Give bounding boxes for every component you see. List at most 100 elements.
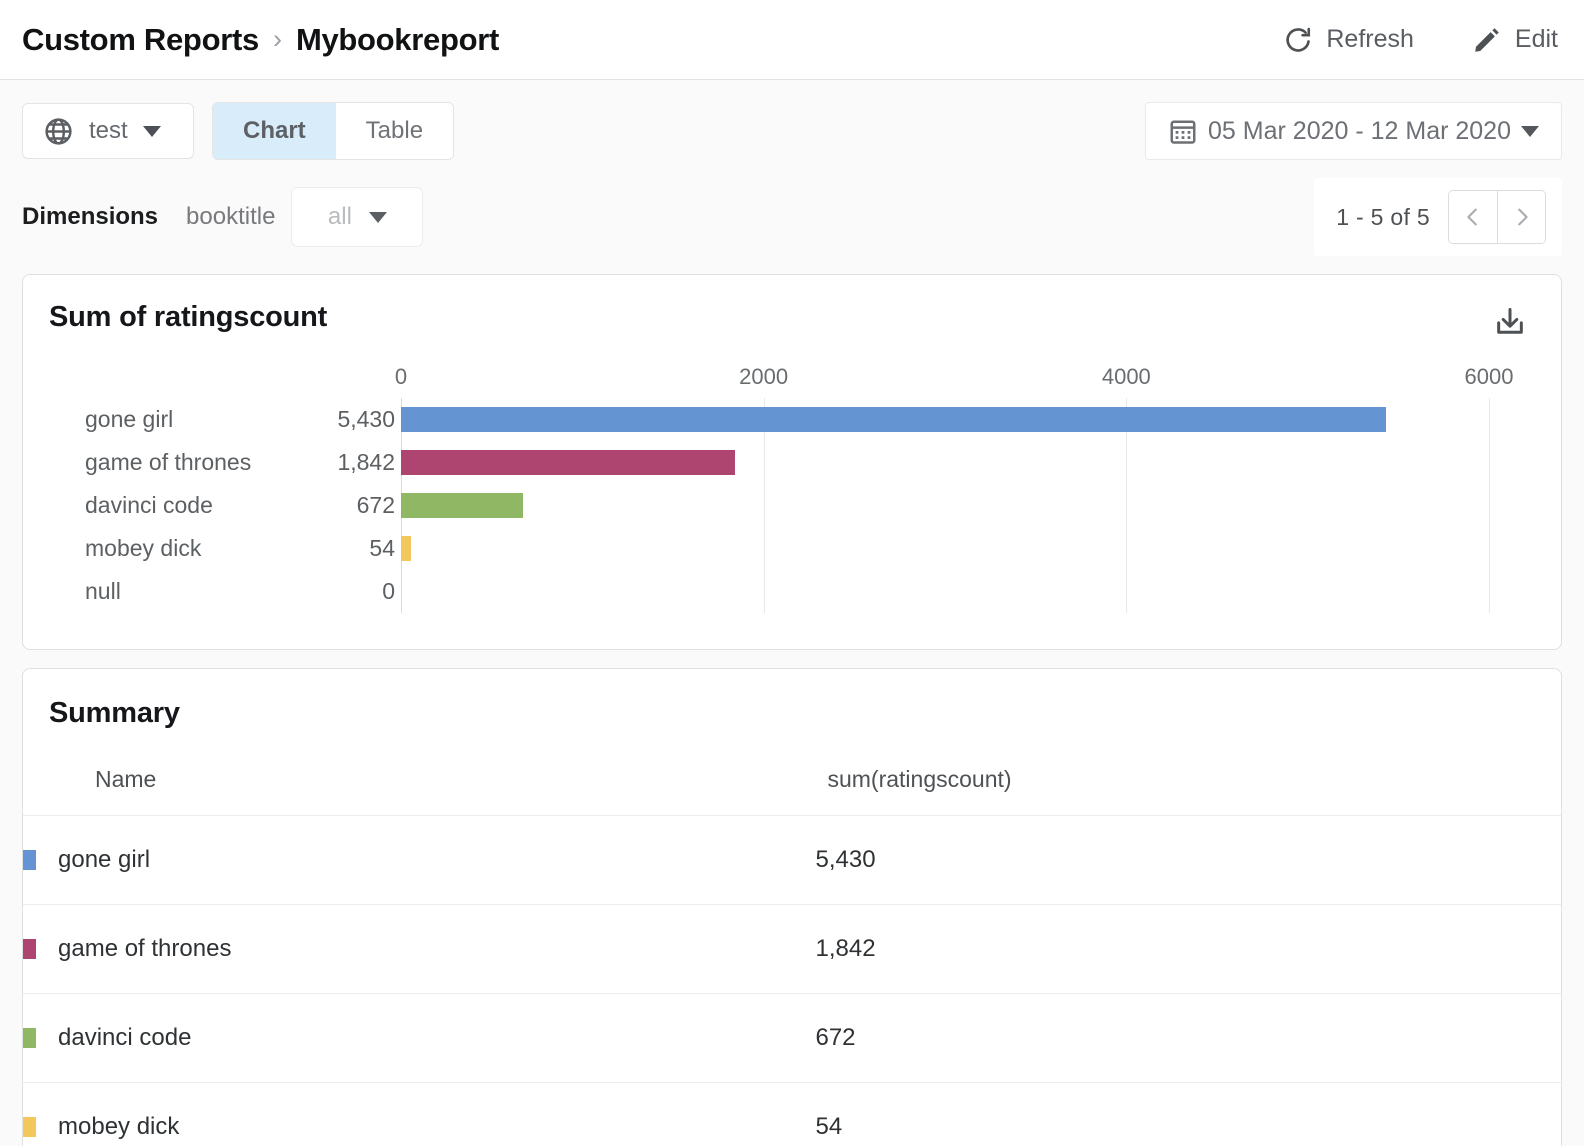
next-page-button[interactable] — [1497, 191, 1545, 243]
chart-bar-row[interactable]: davinci code 672 — [49, 484, 1513, 527]
table-row[interactable]: mobey dick 54 — [23, 1083, 1561, 1146]
chart-area: 0 2000 4000 6000 gone girl 5,430 game of thro… — [23, 348, 1561, 649]
chart-bar-row[interactable]: null 0 — [49, 570, 1513, 613]
chart-bar-value: 0 — [275, 578, 395, 605]
breadcrumb-separator-icon: › — [273, 24, 282, 55]
data-source-dropdown[interactable]: test — [22, 103, 194, 159]
tab-chart[interactable]: Chart — [213, 103, 336, 159]
table-cell-name: davinci code — [23, 994, 815, 1083]
table-cell-name: mobey dick — [23, 1083, 815, 1146]
table-header-row: Name sum(ratingscount) — [23, 750, 1561, 816]
chart-bar-label: davinci code — [85, 492, 213, 519]
summary-card-header: Summary — [23, 669, 1561, 730]
date-range-text: 05 Mar 2020 - 12 Mar 2020 — [1208, 117, 1511, 146]
page-header: Custom Reports › Mybookreport Refresh — [0, 0, 1584, 80]
breadcrumb: Custom Reports › Mybookreport — [22, 22, 499, 58]
summary-table-head: Name sum(ratingscount) — [23, 750, 1561, 816]
chart-bars: gone girl 5,430 game of thrones 1,842 davinc… — [49, 398, 1513, 613]
download-icon — [1493, 305, 1527, 339]
chart-card: Sum of ratingscount 0 2000 4000 6000 gone g… — [22, 274, 1562, 650]
chart-bar-value: 5,430 — [275, 406, 395, 433]
chart-card-header: Sum of ratingscount — [23, 275, 1561, 348]
chart-bar-row[interactable]: game of thrones 1,842 — [49, 441, 1513, 484]
data-source-label: test — [89, 117, 128, 145]
table-row[interactable]: game of thrones 1,842 — [23, 905, 1561, 994]
summary-table: Name sum(ratingscount) gone girl5,430gam… — [23, 750, 1561, 1146]
dimension-value-dropdown[interactable]: all — [291, 187, 423, 247]
table-cell-name: game of thrones — [23, 905, 815, 994]
row-name-label: gone girl — [58, 846, 150, 874]
table-cell-value: 5,430 — [815, 816, 1561, 905]
page-title: Mybookreport — [296, 22, 499, 58]
chart-bar[interactable] — [401, 536, 411, 561]
chevron-left-icon — [1462, 206, 1484, 228]
chevron-down-icon — [1521, 126, 1539, 137]
pagination: 1 - 5 of 5 — [1314, 178, 1562, 256]
series-color-swatch — [23, 939, 36, 959]
dimension-name: booktitle — [186, 203, 275, 231]
toolbar-dimensions-row: Dimensions booktitle all 1 - 5 of 5 — [22, 178, 1562, 256]
previous-page-button[interactable] — [1449, 191, 1497, 243]
calendar-icon — [1168, 116, 1198, 146]
globe-icon — [43, 116, 74, 147]
table-cell-value: 54 — [815, 1083, 1561, 1146]
pagination-buttons — [1448, 190, 1546, 244]
chart-bar-value: 54 — [275, 535, 395, 562]
toolbar-primary-row: test Chart Table — [22, 102, 1562, 160]
chart-bar-row[interactable]: mobey dick 54 — [49, 527, 1513, 570]
chart-bar[interactable] — [401, 450, 735, 475]
download-button[interactable] — [1489, 301, 1531, 348]
x-axis-tick-label: 6000 — [1465, 364, 1514, 390]
summary-title: Summary — [49, 697, 180, 729]
series-color-swatch — [23, 850, 36, 870]
view-mode-switch: Chart Table — [212, 102, 454, 160]
series-color-swatch — [23, 1028, 36, 1048]
refresh-button[interactable]: Refresh — [1283, 25, 1414, 55]
refresh-label: Refresh — [1326, 25, 1414, 54]
report-page: Custom Reports › Mybookreport Refresh — [0, 0, 1584, 1146]
table-row[interactable]: davinci code 672 — [23, 994, 1561, 1083]
chart-bar[interactable] — [401, 493, 523, 518]
edit-label: Edit — [1515, 25, 1558, 54]
chart-title: Sum of ratingscount — [49, 301, 327, 334]
x-axis-tick-label: 0 — [395, 364, 407, 390]
chart-bar-value: 672 — [275, 492, 395, 519]
series-color-swatch — [23, 1117, 36, 1137]
refresh-icon — [1283, 25, 1313, 55]
chart-plot: gone girl 5,430 game of thrones 1,842 davinc… — [49, 398, 1513, 613]
chart-x-axis: 0 2000 4000 6000 — [49, 364, 1513, 398]
summary-table-body: gone girl5,430game of thrones1,842davinc… — [23, 816, 1561, 1146]
column-header-name[interactable]: Name — [23, 750, 815, 816]
chevron-right-icon — [1511, 206, 1533, 228]
chevron-down-icon — [369, 212, 387, 223]
row-name-label: game of thrones — [58, 935, 231, 963]
pagination-text: 1 - 5 of 5 — [1336, 204, 1430, 231]
dimension-value-placeholder: all — [328, 203, 352, 231]
x-axis-tick-label: 4000 — [1102, 364, 1151, 390]
x-axis-tick-label: 2000 — [739, 364, 788, 390]
pencil-icon — [1472, 25, 1502, 55]
table-cell-value: 1,842 — [815, 905, 1561, 994]
chart-bar-label: null — [85, 578, 121, 605]
chart-bar-row[interactable]: gone girl 5,430 — [49, 398, 1513, 441]
tab-table[interactable]: Table — [336, 103, 453, 159]
toolbar: test Chart Table — [0, 80, 1584, 256]
breadcrumb-root[interactable]: Custom Reports — [22, 22, 259, 58]
header-actions: Refresh Edit — [1283, 25, 1558, 55]
chart-bar-value: 1,842 — [275, 449, 395, 476]
dimensions-label: Dimensions — [22, 203, 158, 231]
row-name-label: mobey dick — [58, 1113, 179, 1141]
table-cell-value: 672 — [815, 994, 1561, 1083]
date-range-picker[interactable]: 05 Mar 2020 - 12 Mar 2020 — [1145, 102, 1562, 160]
row-name-label: davinci code — [58, 1024, 191, 1052]
table-row[interactable]: gone girl 5,430 — [23, 816, 1561, 905]
chart-bar-label: game of thrones — [85, 449, 251, 476]
chevron-down-icon — [143, 126, 161, 137]
edit-button[interactable]: Edit — [1472, 25, 1558, 55]
summary-card: Summary Name sum(ratingscount) gone girl… — [22, 668, 1562, 1146]
chart-bar-label: gone girl — [85, 406, 173, 433]
table-cell-name: gone girl — [23, 816, 815, 905]
chart-bar[interactable] — [401, 407, 1386, 432]
chart-bar-label: mobey dick — [85, 535, 201, 562]
column-header-value[interactable]: sum(ratingscount) — [815, 750, 1561, 816]
